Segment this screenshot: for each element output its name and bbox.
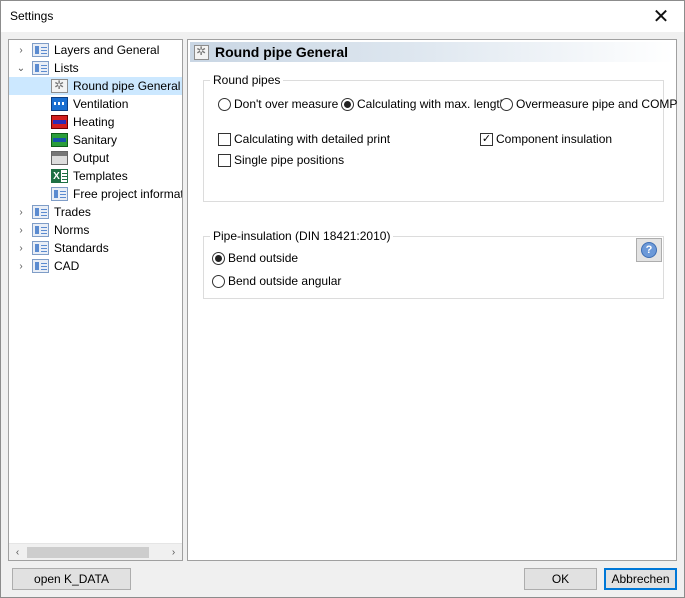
- ok-button[interactable]: OK: [524, 568, 597, 590]
- checkbox-component-insulation[interactable]: ✓ Component insulation: [480, 132, 612, 146]
- tree-item-heating[interactable]: Heating: [51, 113, 114, 131]
- radio-circle[interactable]: [212, 274, 225, 288]
- radio-bend-outside[interactable]: Bend outside: [212, 251, 298, 265]
- tree-item-label: Free project informat: [73, 187, 183, 201]
- close-button[interactable]: ✕: [638, 1, 684, 32]
- help-icon: ?: [641, 242, 657, 258]
- tree-item-ventilation[interactable]: Ventilation: [51, 95, 128, 113]
- folder-doc-icon: [32, 61, 49, 75]
- help-button[interactable]: ?: [636, 238, 662, 262]
- ventilation-icon: [51, 97, 68, 111]
- tree-item-label: Sanitary: [73, 133, 118, 147]
- pipe-insulation-group: Pipe-insulation (DIN 18421:2010) Bend ou…: [203, 229, 664, 299]
- checkbox-label: Single pipe positions: [234, 153, 345, 167]
- scroll-right-icon[interactable]: ›: [165, 544, 182, 560]
- folder-doc-icon: [32, 223, 49, 237]
- tree-horizontal-scrollbar[interactable]: ‹ ›: [9, 543, 182, 560]
- tree-item-label: Trades: [54, 205, 91, 219]
- tree-item-round-pipe-general[interactable]: Round pipe General: [9, 77, 182, 95]
- checkbox-box[interactable]: [218, 132, 231, 146]
- radio-overmeasure-pipe-comp[interactable]: Overmeasure pipe and COMP: [500, 97, 677, 111]
- tree-item-label: Layers and General: [54, 43, 160, 57]
- radio-label: Overmeasure pipe and COMP: [516, 97, 678, 111]
- chevron-right-icon[interactable]: ›: [15, 260, 27, 272]
- gear-icon: [51, 78, 68, 93]
- radio-label: Calculating with max. length: [357, 97, 507, 111]
- radio-label: Don't over measure: [234, 97, 339, 111]
- tree-item-sanitary[interactable]: Sanitary: [51, 131, 117, 149]
- gear-icon: [194, 44, 209, 60]
- tree-item-label: Norms: [54, 223, 90, 237]
- heating-icon: [51, 115, 68, 129]
- tree-item-templates[interactable]: Templates: [51, 167, 128, 185]
- radio-calculating-max-length[interactable]: Calculating with max. length: [341, 97, 506, 111]
- radio-circle[interactable]: [341, 97, 354, 111]
- tree-item-label: Standards: [54, 241, 109, 255]
- radio-circle[interactable]: [500, 97, 513, 111]
- chevron-down-icon[interactable]: ⌄: [15, 62, 27, 74]
- chevron-right-icon[interactable]: ›: [15, 224, 27, 236]
- checkbox-label: Component insulation: [496, 132, 613, 146]
- round-pipes-group: Round pipes Don't over measure Calculati…: [203, 73, 677, 202]
- cancel-button[interactable]: Abbrechen: [604, 568, 677, 590]
- excel-icon: [51, 169, 68, 183]
- tree-item-label: Templates: [73, 169, 128, 183]
- folder-doc-icon: [32, 43, 49, 57]
- title-bar: Settings ✕: [1, 1, 684, 32]
- folder-doc-icon: [32, 259, 49, 273]
- radio-bend-outside-angular[interactable]: Bend outside angular: [212, 274, 341, 288]
- group-legend: Round pipes: [210, 73, 284, 87]
- scrollbar-thumb[interactable]: [27, 547, 149, 558]
- tree-item-layers-and-general[interactable]: › Layers and General: [13, 41, 159, 59]
- checkbox-box[interactable]: [218, 153, 231, 167]
- radio-label: Bend outside: [228, 251, 299, 265]
- section-header: Round pipe General: [190, 42, 674, 62]
- settings-window: Settings ✕ › Layers and General ⌄ Lists …: [0, 0, 685, 598]
- radio-circle[interactable]: [212, 251, 225, 265]
- tree-item-norms[interactable]: › Norms: [13, 221, 89, 239]
- checkbox-detailed-print[interactable]: Calculating with detailed print: [218, 132, 390, 146]
- tree-item-label: Round pipe General: [73, 79, 181, 93]
- tree-item-free-project-information[interactable]: Free project informat: [51, 185, 183, 203]
- navigation-tree: › Layers and General ⌄ Lists Round pipe …: [8, 39, 183, 561]
- settings-content-panel: Round pipe General Round pipes Don't ove…: [187, 39, 677, 561]
- folder-doc-icon: [51, 187, 68, 201]
- checkbox-label: Calculating with detailed print: [234, 132, 391, 146]
- checkbox-box[interactable]: ✓: [480, 132, 493, 146]
- scroll-left-icon[interactable]: ‹: [9, 544, 26, 560]
- output-icon: [51, 151, 68, 165]
- tree-item-trades[interactable]: › Trades: [13, 203, 91, 221]
- sanitary-icon: [51, 133, 68, 147]
- open-kdata-button[interactable]: open K_DATA: [12, 568, 131, 590]
- radio-label: Bend outside angular: [228, 274, 342, 288]
- section-title: Round pipe General: [215, 44, 349, 60]
- folder-doc-icon: [32, 241, 49, 255]
- tree-item-label: Ventilation: [73, 97, 129, 111]
- chevron-right-icon[interactable]: ›: [15, 44, 27, 56]
- tree-item-standards[interactable]: › Standards: [13, 239, 109, 257]
- radio-circle[interactable]: [218, 97, 231, 111]
- chevron-right-icon[interactable]: ›: [15, 206, 27, 218]
- folder-doc-icon: [32, 205, 49, 219]
- tree-item-cad[interactable]: › CAD: [13, 257, 79, 275]
- tree-item-label: CAD: [54, 259, 80, 273]
- group-legend: Pipe-insulation (DIN 18421:2010): [210, 229, 394, 243]
- tree-item-label: Output: [73, 151, 110, 165]
- chevron-right-icon[interactable]: ›: [15, 242, 27, 254]
- radio-dont-over-measure[interactable]: Don't over measure: [218, 97, 338, 111]
- tree-item-output[interactable]: Output: [51, 149, 109, 167]
- checkbox-single-pipe-positions[interactable]: Single pipe positions: [218, 153, 344, 167]
- tree-item-label: Heating: [73, 115, 115, 129]
- window-title: Settings: [10, 9, 54, 23]
- tree-item-label: Lists: [54, 61, 79, 75]
- tree-item-lists[interactable]: ⌄ Lists: [13, 59, 79, 77]
